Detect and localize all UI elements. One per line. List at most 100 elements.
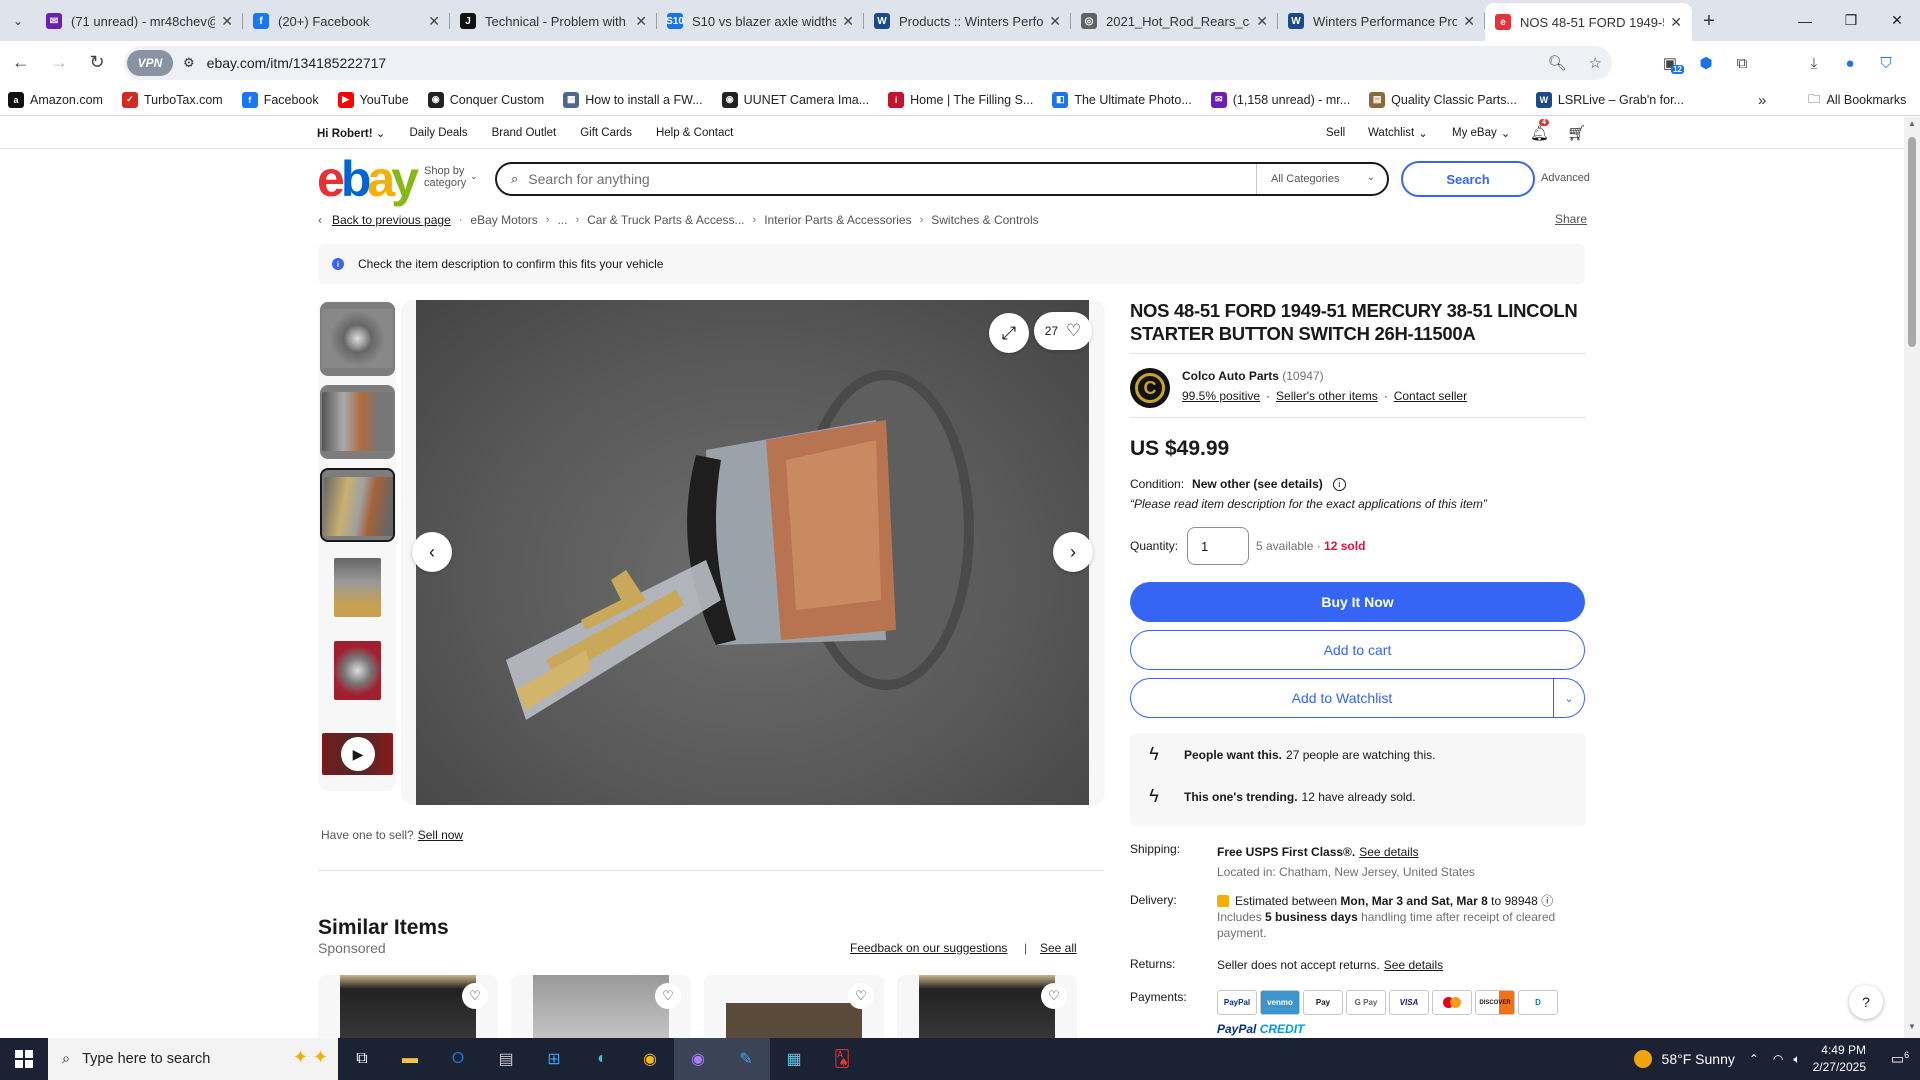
- close-tab-icon[interactable]: ✕: [1463, 13, 1475, 30]
- search-input[interactable]: Search for anything: [528, 171, 1256, 187]
- notifications-icon[interactable]: ▭6: [1880, 1050, 1920, 1068]
- pen-app-icon[interactable]: ✎: [722, 1038, 770, 1080]
- bookmark-item[interactable]: ◉ Conquer Custom: [427, 91, 544, 108]
- calculator-icon[interactable]: ▦: [770, 1038, 818, 1080]
- outlook-icon[interactable]: O: [434, 1038, 482, 1080]
- scroll-up-arrow-icon[interactable]: ▲: [1904, 119, 1920, 133]
- wifi-icon[interactable]: ◠: [1773, 1052, 1783, 1066]
- menu-kebab-icon[interactable]: ⋮: [1904, 46, 1920, 80]
- close-tab-icon[interactable]: ✕: [1670, 14, 1682, 31]
- new-tab-button[interactable]: +: [1692, 4, 1726, 38]
- watchlist-dropdown-chevron-icon[interactable]: ⌄: [1553, 678, 1585, 718]
- nav-gift-cards[interactable]: Gift Cards: [580, 127, 632, 139]
- volume-icon[interactable]: 🔈︎: [1793, 1052, 1800, 1067]
- thumbnail-1[interactable]: [320, 302, 395, 376]
- bookmark-item[interactable]: ▶ YouTube: [337, 91, 409, 108]
- bookmark-item[interactable]: W LSRLive – Grab'n for...: [1535, 91, 1684, 108]
- task-view-icon[interactable]: ⧉: [338, 1038, 386, 1080]
- sell-now-link[interactable]: Sell now: [418, 828, 463, 842]
- contact-seller-link[interactable]: Contact seller: [1394, 389, 1467, 403]
- nav-help-contact[interactable]: Help & Contact: [656, 127, 733, 139]
- similar-item-card[interactable]: ♡: [318, 975, 498, 1038]
- info-icon[interactable]: ⓘ: [1541, 894, 1553, 908]
- nav-watchlist[interactable]: Watchlist ⌄: [1368, 117, 1428, 148]
- extension-badge-icon[interactable]: ▣ 12: [1652, 46, 1688, 80]
- breadcrumb-switches-controls[interactable]: Switches & Controls: [931, 213, 1038, 227]
- site-info-icon[interactable]: ⚙: [183, 55, 195, 71]
- restore-button[interactable]: ❐: [1828, 0, 1874, 41]
- category-select[interactable]: All Categories ⌄: [1256, 164, 1387, 194]
- minimize-button[interactable]: —: [1782, 0, 1828, 41]
- heart-icon[interactable]: ♡: [848, 983, 874, 1009]
- store-icon[interactable]: ⊞: [530, 1038, 578, 1080]
- file-explorer-icon[interactable]: ▬: [386, 1038, 434, 1080]
- scrollbar-thumb[interactable]: [1908, 137, 1916, 347]
- seller-other-items-link[interactable]: Seller's other items: [1276, 389, 1378, 403]
- clock[interactable]: 4:49 PM 2/27/2025: [1813, 1042, 1866, 1076]
- watch-count-pill[interactable]: 27 ♡: [1034, 312, 1092, 350]
- close-tab-icon[interactable]: ✕: [1049, 13, 1061, 30]
- shield-extension-icon[interactable]: ⬢: [1688, 46, 1724, 80]
- bookmark-item[interactable]: ✓ TurboTax.com: [121, 91, 223, 108]
- thumbnail-2[interactable]: [320, 385, 395, 459]
- nav-brand-outlet[interactable]: Brand Outlet: [492, 127, 557, 139]
- shop-by-category[interactable]: Shop by category ⌄: [424, 165, 478, 189]
- seller-positive-link[interactable]: 99.5% positive: [1182, 389, 1260, 403]
- shipping-details-link[interactable]: See details: [1359, 845, 1418, 859]
- tray-chevron-icon[interactable]: ⌃: [1749, 1052, 1759, 1066]
- reload-button[interactable]: ↻: [80, 46, 114, 80]
- chrome-icon[interactable]: ◉: [626, 1038, 674, 1080]
- close-tab-icon[interactable]: ✕: [1256, 13, 1268, 30]
- similar-item-card[interactable]: ♡: [897, 975, 1077, 1038]
- greeting[interactable]: Hi Robert! ⌄: [317, 126, 385, 140]
- quantity-input[interactable]: 1: [1187, 527, 1249, 565]
- vpn-badge[interactable]: VPN: [127, 50, 173, 76]
- close-tab-icon[interactable]: ✕: [842, 13, 854, 30]
- tab[interactable]: ✉ (71 unread) - mr48chev@ ✕: [36, 4, 243, 38]
- windows-start-icon[interactable]: [0, 1038, 48, 1080]
- seller-name[interactable]: Colco Auto Parts (10947): [1182, 369, 1324, 383]
- profile-avatar-icon[interactable]: ●: [1832, 46, 1868, 80]
- url-text[interactable]: ebay.com/itm/134185222717: [207, 55, 387, 71]
- back-to-previous-link[interactable]: Back to previous page: [332, 213, 451, 227]
- next-image-arrow-icon[interactable]: ›: [1053, 532, 1093, 572]
- zoom-icon[interactable]: 🔍︎: [1548, 54, 1567, 72]
- edge-icon[interactable]: ◐: [578, 1038, 626, 1080]
- nav-sell[interactable]: Sell: [1326, 117, 1369, 148]
- ebay-logo[interactable]: ebay: [317, 154, 419, 204]
- prev-image-arrow-icon[interactable]: ‹: [412, 532, 452, 572]
- tab[interactable]: S10 S10 vs blazer axle widths ✕: [657, 4, 864, 38]
- breadcrumb-interior-parts[interactable]: Interior Parts & Accessories: [764, 213, 911, 227]
- returns-details-link[interactable]: See details: [1384, 958, 1443, 972]
- solitaire-icon[interactable]: 🂡: [818, 1038, 866, 1080]
- download-icon[interactable]: ⤓: [1796, 46, 1832, 80]
- advanced-search-link[interactable]: Advanced: [1541, 172, 1590, 184]
- app-icon[interactable]: ▤: [482, 1038, 530, 1080]
- bookmark-item[interactable]: ◉ UUNET Camera Ima...: [721, 91, 869, 108]
- expand-icon[interactable]: ⤢: [989, 313, 1029, 353]
- cart-icon[interactable]: 🛒︎: [1567, 117, 1586, 148]
- tab[interactable]: f (20+) Facebook ✕: [243, 4, 450, 38]
- taskbar-search-input[interactable]: ⌕ Type here to search ✦ ✦: [48, 1038, 338, 1080]
- thumbnail-3-selected[interactable]: [320, 468, 395, 542]
- search-button[interactable]: Search: [1401, 161, 1535, 197]
- bookmark-star-icon[interactable]: ☆: [1589, 54, 1602, 72]
- see-all-link[interactable]: See all: [1040, 941, 1077, 955]
- share-link[interactable]: Share: [1555, 212, 1587, 226]
- tab-search-chevron-icon[interactable]: ⌄: [0, 0, 36, 41]
- browser-active-icon[interactable]: ◉: [674, 1038, 722, 1080]
- weather-widget[interactable]: 58°F Sunny: [1633, 1050, 1735, 1068]
- similar-item-card[interactable]: ♡: [704, 975, 884, 1038]
- tab[interactable]: W Products :: Winters Perfor ✕: [864, 4, 1071, 38]
- forward-button[interactable]: →: [42, 46, 76, 80]
- breadcrumb-ebay-motors[interactable]: eBay Motors: [470, 213, 537, 227]
- video-thumbnail[interactable]: ▶: [320, 717, 395, 791]
- all-bookmarks[interactable]: 🗀 All Bookmarks: [1808, 84, 1906, 116]
- bookmark-item[interactable]: ▦ How to install a FW...: [563, 91, 703, 108]
- tab[interactable]: ◎ 2021_Hot_Rod_Rears_cata ✕: [1071, 4, 1278, 38]
- scroll-down-arrow-icon[interactable]: ▼: [1904, 1022, 1920, 1036]
- heart-icon[interactable]: ♡: [1041, 983, 1067, 1009]
- main-product-image[interactable]: [416, 300, 1089, 805]
- address-bar[interactable]: VPN ⚙ ebay.com/itm/134185222717 🔍︎ ☆: [124, 46, 1612, 80]
- info-icon[interactable]: i: [1332, 477, 1346, 491]
